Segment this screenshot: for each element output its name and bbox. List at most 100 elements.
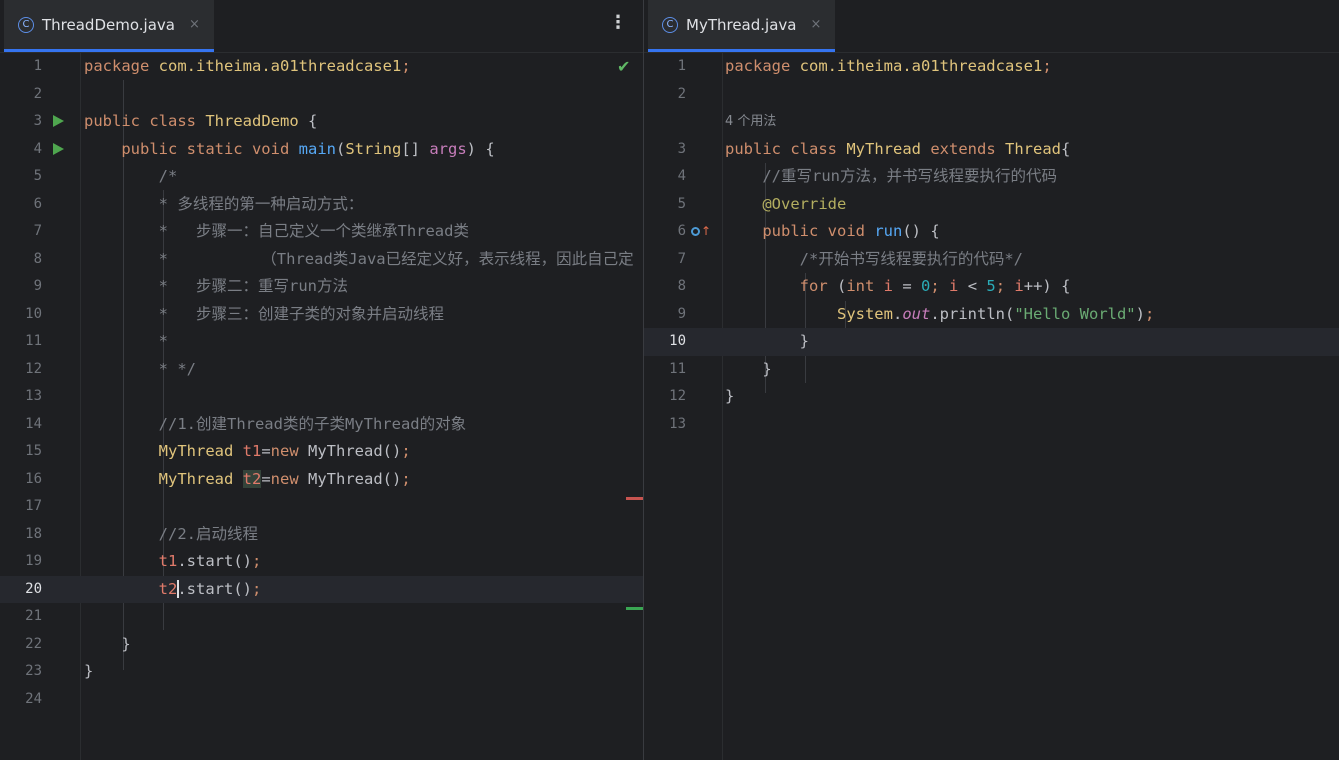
override-gutter-icon[interactable]: ↑ xyxy=(691,225,711,237)
code-line[interactable]: 13 xyxy=(644,411,1339,439)
code-line[interactable]: 9 * 步骤二：重写run方法 xyxy=(0,273,643,301)
tab-mythread[interactable]: C MyThread.java × xyxy=(648,0,836,52)
code-line[interactable]: 5 @Override xyxy=(644,191,1339,219)
code-line[interactable]: 6 * 多线程的第一种启动方式： xyxy=(0,191,643,219)
code-line[interactable]: 11 * xyxy=(0,328,643,356)
code-line[interactable]: 18 //2.启动线程 xyxy=(0,521,643,549)
line-number[interactable]: 20 xyxy=(0,576,42,604)
tab-threaddemo[interactable]: C ThreadDemo.java × xyxy=(4,0,214,52)
line-number[interactable]: 1 xyxy=(644,53,686,81)
line-number[interactable]: 5 xyxy=(644,191,686,219)
code-line[interactable]: 23} xyxy=(0,658,643,686)
close-icon[interactable]: × xyxy=(189,17,200,32)
code-line[interactable]: 22 } xyxy=(0,631,643,659)
code-line[interactable]: 12} xyxy=(644,383,1339,411)
code-line[interactable]: 16 MyThread t2=new MyThread(); xyxy=(0,466,643,494)
line-number[interactable]: 5 xyxy=(0,163,42,191)
code-line[interactable]: 19 t1.start(); xyxy=(0,548,643,576)
line-number[interactable]: 1 xyxy=(0,53,42,81)
line-number[interactable]: 23 xyxy=(0,658,42,686)
line-number[interactable]: 13 xyxy=(644,411,686,439)
line-number[interactable]: 22 xyxy=(0,631,42,659)
line-number[interactable]: 2 xyxy=(0,81,42,109)
line-number[interactable]: 7 xyxy=(644,246,686,274)
line-number[interactable]: 9 xyxy=(0,273,42,301)
line-number[interactable]: 4 xyxy=(0,136,42,164)
code-line[interactable]: 3 public class MyThread extends Thread{ xyxy=(644,136,1339,164)
code-line[interactable]: 15 MyThread t1=new MyThread(); xyxy=(0,438,643,466)
line-number[interactable]: 6 xyxy=(0,191,42,219)
usages-hint[interactable]: 4 个用法 xyxy=(725,108,776,136)
line-number[interactable]: 19 xyxy=(0,548,42,576)
line-number[interactable]: 21 xyxy=(0,603,42,631)
line-number[interactable]: 12 xyxy=(644,383,686,411)
code-line[interactable]: 10 * 步骤三：创建子类的对象并启动线程 xyxy=(0,301,643,329)
code-text: MyThread t1=new MyThread(); xyxy=(158,442,411,460)
override-circle-icon xyxy=(691,226,700,236)
code-editor-left[interactable]: 1 package com.itheima.a01threadcase1; 2 3 pu… xyxy=(0,53,643,760)
scrollbar-marker[interactable] xyxy=(626,607,643,610)
code-line[interactable]: 7 /*开始书写线程要执行的代码*/ xyxy=(644,246,1339,274)
line-number[interactable]: 12 xyxy=(0,356,42,384)
code-line[interactable]: 24 xyxy=(0,686,643,714)
line-number[interactable]: 8 xyxy=(644,273,686,301)
line-number[interactable]: 9 xyxy=(644,301,686,329)
more-options-icon[interactable]: ⋮ xyxy=(609,14,627,32)
line-number[interactable]: 6 xyxy=(644,218,686,246)
line-number[interactable]: 18 xyxy=(0,521,42,549)
close-icon[interactable]: × xyxy=(810,17,821,32)
line-number[interactable]: 8 xyxy=(0,246,42,274)
code-line[interactable]: 4 //重写run方法，并书写线程要执行的代码 xyxy=(644,163,1339,191)
code-line[interactable]: 10 } xyxy=(644,328,1339,356)
code-text: System.out.println("Hello World"); xyxy=(836,304,1155,323)
line-number[interactable]: 16 xyxy=(0,466,42,494)
code-line[interactable]: 11 } xyxy=(644,356,1339,384)
code-line[interactable]: 1 package com.itheima.a01threadcase1; xyxy=(0,53,643,81)
line-number[interactable]: 3 xyxy=(644,136,686,164)
code-line[interactable]: 20 t2.start(); xyxy=(0,575,643,604)
code-line[interactable]: 13 xyxy=(0,383,643,411)
run-icon[interactable] xyxy=(53,115,64,127)
code-line[interactable]: 12 * */ xyxy=(0,356,643,384)
code-text: * 步骤一：自己定义一个类继承Thread类 xyxy=(84,222,469,240)
line-number[interactable]: 10 xyxy=(0,301,42,329)
line-number[interactable]: 3 xyxy=(0,108,42,136)
code-line[interactable]: 1 package com.itheima.a01threadcase1; xyxy=(644,53,1339,81)
code-line[interactable]: 8 for (int i = 0; i < 5; i++) { xyxy=(644,273,1339,301)
line-number[interactable]: 15 xyxy=(0,438,42,466)
line-number[interactable]: 11 xyxy=(644,356,686,384)
code-line[interactable]: 21 xyxy=(0,603,643,631)
code-text: public void run() { xyxy=(762,222,940,240)
line-number[interactable]: 24 xyxy=(0,686,42,714)
code-text: t2.start(); xyxy=(158,579,262,598)
line-number[interactable]: 11 xyxy=(0,328,42,356)
code-line[interactable]: 3 public class ThreadDemo { xyxy=(0,108,643,136)
code-line[interactable]: 6 public void run() { xyxy=(644,218,1339,246)
no-problems-check-icon[interactable]: ✔ xyxy=(617,53,630,81)
code-line[interactable]: 17 xyxy=(0,493,643,521)
line-number[interactable]: 7 xyxy=(0,218,42,246)
code-line[interactable]: 4 public static void main(String[] args)… xyxy=(0,136,643,164)
code-line[interactable]: 5 /* xyxy=(0,163,643,191)
code-line[interactable]: 7 * 步骤一：自己定义一个类继承Thread类 xyxy=(0,218,643,246)
code-text: public class ThreadDemo { xyxy=(84,112,318,130)
code-editor-right[interactable]: 1 package com.itheima.a01threadcase1; 2 3 pu… xyxy=(644,53,1339,760)
line-number[interactable]: 17 xyxy=(0,493,42,521)
code-line[interactable]: 9 System.out.println("Hello World"); xyxy=(644,301,1339,329)
line-number[interactable]: 4 xyxy=(644,163,686,191)
line-number[interactable]: 13 xyxy=(0,383,42,411)
run-icon[interactable] xyxy=(53,142,64,155)
tab-label: MyThread.java xyxy=(686,15,797,34)
code-line[interactable]: 2 xyxy=(0,81,643,109)
line-number[interactable]: 14 xyxy=(0,411,42,439)
code-text: * 步骤三：创建子类的对象并启动线程 xyxy=(84,304,444,323)
code-line[interactable]: 14 //1.创建Thread类的子类MyThread的对象 xyxy=(0,411,643,439)
code-text: * （Thread类Java已经定义好，表示线程，因此自己定 xyxy=(84,249,634,268)
code-line[interactable]: 2 xyxy=(644,81,1339,109)
line-number[interactable]: 10 xyxy=(644,328,686,356)
code-text: } xyxy=(725,387,735,405)
scrollbar-marker[interactable] xyxy=(626,497,643,500)
line-number[interactable]: 2 xyxy=(644,81,686,109)
code-line[interactable]: 8 * （Thread类Java已经定义好，表示线程，因此自己定 xyxy=(0,246,643,274)
code-text: * 多线程的第一种启动方式： xyxy=(84,194,364,213)
